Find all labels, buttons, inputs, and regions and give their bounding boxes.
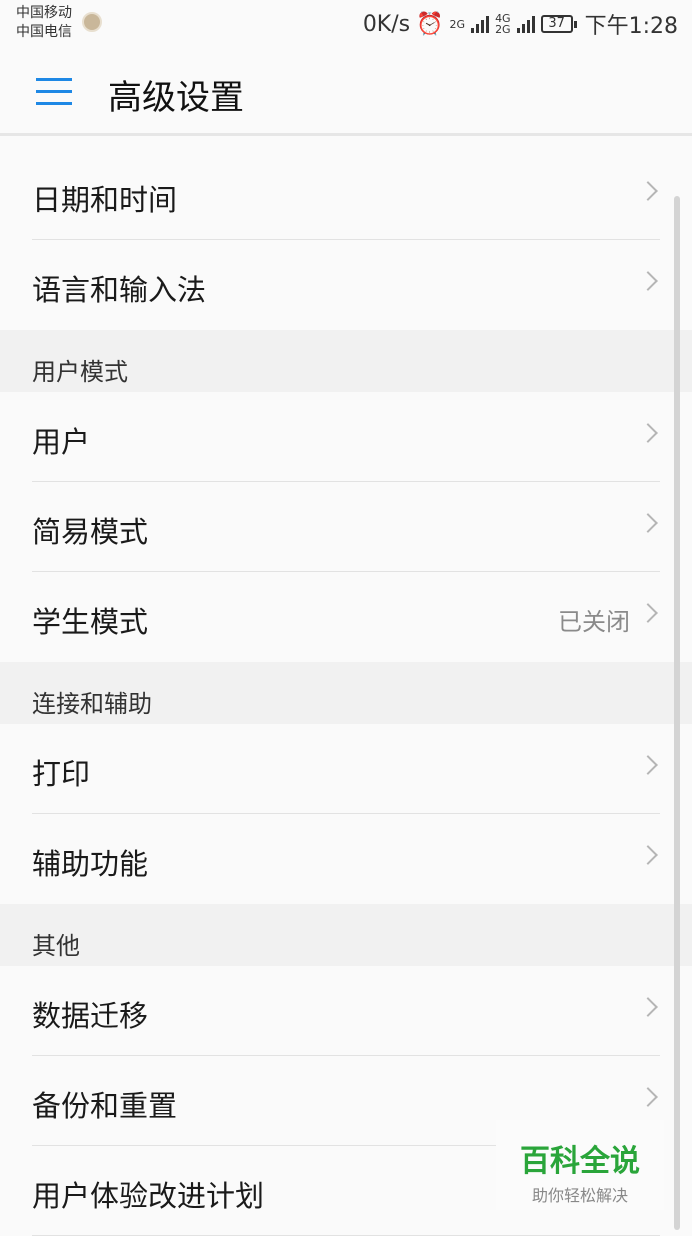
battery-icon: 37	[540, 15, 577, 33]
chevron-right-icon	[638, 1087, 658, 1107]
alarm-icon: ⏰	[416, 11, 444, 37]
row-label: 用户	[32, 425, 91, 459]
group-user-mode: 用户 简易模式 学生模式 已关闭	[0, 392, 692, 662]
chevron-right-icon	[638, 513, 658, 533]
row-users[interactable]: 用户	[0, 392, 692, 482]
row-label: 语言和输入法	[32, 273, 207, 307]
watermark-slogan: 助你轻松解决	[531, 1186, 628, 1205]
row-print[interactable]: 打印	[0, 724, 692, 814]
group-general: 日期和时间 语言和输入法	[0, 150, 692, 330]
carrier-names: 中国移动 中国电信	[16, 4, 72, 42]
app-bar: 高级设置	[0, 48, 692, 136]
clock: 下午1:28	[584, 14, 678, 39]
row-label: 辅助功能	[32, 847, 149, 881]
row-simple-mode[interactable]: 简易模式	[0, 482, 692, 572]
row-label: 简易模式	[32, 515, 149, 549]
row-student-mode[interactable]: 学生模式 已关闭	[0, 572, 692, 662]
network-type-2: 4G 2G	[495, 13, 511, 35]
battery-level: 37	[548, 16, 565, 31]
network-type-1: 2G	[449, 17, 466, 31]
row-language-input[interactable]: 语言和输入法	[0, 240, 692, 330]
page-title: 高级设置	[108, 78, 244, 118]
row-label: 学生模式	[32, 605, 149, 639]
section-header-user-mode: 用户模式	[0, 330, 692, 392]
chevron-right-icon	[638, 603, 658, 623]
row-date-time[interactable]: 日期和时间	[0, 150, 692, 240]
watermark-logo: 百科全说 助你轻松解决	[496, 1120, 664, 1210]
chevron-right-icon	[638, 423, 658, 443]
status-bar: 中国移动 中国电信 0K/s ⏰ 2G 4G 2G 37 下午1:28	[0, 0, 692, 48]
watermark-logo-text: 百科全说	[520, 1144, 640, 1179]
carrier-2: 中国电信	[16, 24, 72, 40]
menu-icon[interactable]	[36, 78, 72, 106]
notification-avatar-icon	[82, 12, 102, 32]
row-label: 日期和时间	[32, 183, 178, 217]
row-value: 已关闭	[558, 608, 630, 636]
network-type-2-bottom: 2G	[495, 23, 511, 36]
scrollbar[interactable]	[674, 196, 680, 1230]
signal-2-icon	[516, 15, 535, 33]
section-header-connection: 连接和辅助	[0, 662, 692, 724]
chevron-right-icon	[638, 755, 658, 775]
carrier-1: 中国移动	[16, 5, 72, 21]
chevron-right-icon	[638, 271, 658, 291]
row-label: 用户体验改进计划	[32, 1179, 265, 1213]
row-accessibility[interactable]: 辅助功能	[0, 814, 692, 904]
chevron-right-icon	[638, 997, 658, 1017]
status-indicators: 0K/s ⏰ 2G 4G 2G 37 下午1:28	[363, 8, 678, 40]
section-header-other: 其他	[0, 904, 692, 966]
row-label: 数据迁移	[32, 999, 149, 1033]
settings-list: 日期和时间 语言和输入法 用户模式 用户 简易模式 学生模式 已关闭 连接和辅助	[0, 150, 692, 1236]
signal-1-icon	[471, 15, 490, 33]
chevron-right-icon	[638, 845, 658, 865]
network-speed: 0K/s	[362, 11, 411, 37]
row-label: 备份和重置	[32, 1089, 178, 1123]
row-data-migration[interactable]: 数据迁移	[0, 966, 692, 1056]
group-connection: 打印 辅助功能	[0, 724, 692, 904]
row-label: 打印	[32, 757, 91, 791]
chevron-right-icon	[638, 181, 658, 201]
